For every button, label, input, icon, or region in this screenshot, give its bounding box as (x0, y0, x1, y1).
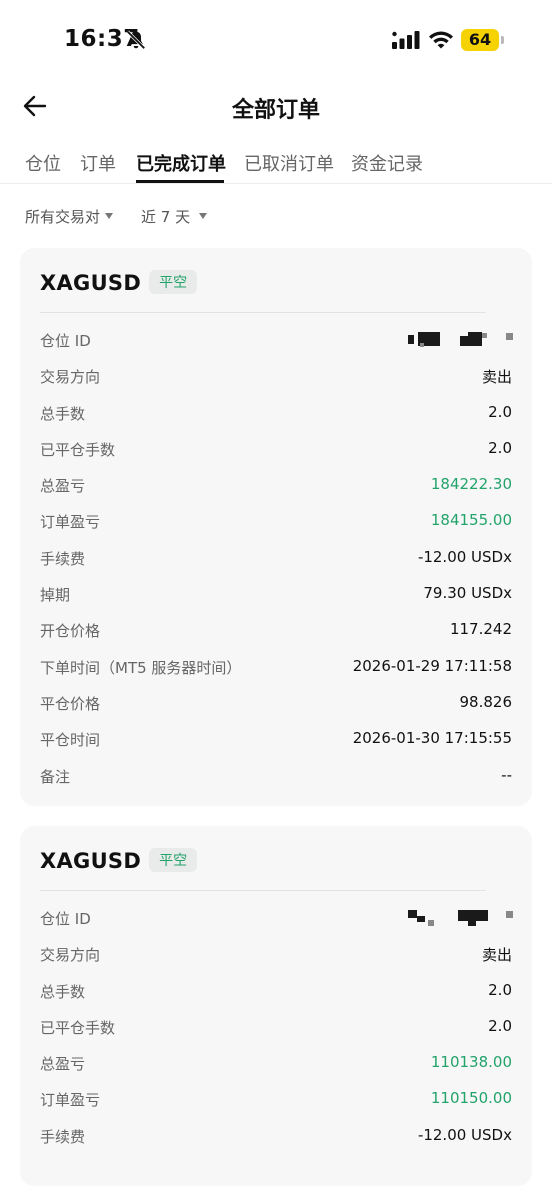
tab-positions[interactable]: 仓位 (25, 150, 61, 176)
row-value-profit: 184155.00 (430, 511, 512, 530)
row-label: 仓位 ID (40, 910, 91, 928)
row-value: 2026-01-30 17:15:55 (352, 729, 512, 748)
detail-row-direction: 交易方向 卖出 (40, 364, 512, 400)
order-card-header: XAGUSD 平空 (40, 270, 198, 300)
active-tab-indicator (136, 180, 224, 183)
caret-down-icon (199, 213, 208, 219)
row-value: -12.00 USDx (417, 1125, 512, 1144)
row-label: 订单盈亏 (40, 1091, 101, 1110)
order-card[interactable]: XAGUSD 平空 仓位 ID 交易方向 卖出 总手数 2.0 已平仓手数 2.… (20, 248, 532, 806)
row-value: 卖出 (481, 946, 512, 965)
period-filter-label: 近 7 天 (141, 208, 191, 226)
row-label: 平仓时间 (40, 731, 101, 750)
detail-row-swap: 掉期 79.30 USDx (40, 582, 512, 618)
header: 全部订单 (0, 80, 552, 136)
row-label: 总盈亏 (40, 1055, 86, 1074)
detail-row-total-lots: 总手数 2.0 (40, 401, 512, 437)
order-type-badge: 平空 (149, 848, 198, 872)
detail-row-order-pnl: 订单盈亏 110150.00 (40, 1087, 512, 1123)
card-divider (40, 890, 486, 891)
row-label: 交易方向 (40, 368, 101, 387)
tab-cancelled-orders[interactable]: 已取消订单 (244, 150, 334, 176)
wifi-icon (429, 31, 453, 49)
detail-row-order-time: 下单时间（MT5 服务器时间） 2026-01-29 17:11:58 (40, 655, 512, 691)
row-value: 98.826 (459, 692, 513, 711)
detail-row-total-lots: 总手数 2.0 (40, 979, 512, 1015)
battery-icon: 64 (461, 29, 499, 51)
signal-icon (392, 31, 420, 49)
row-label: 已平仓手数 (40, 440, 116, 459)
row-value: 79.30 USDx (423, 584, 512, 603)
order-card-header: XAGUSD 平空 (40, 848, 198, 878)
row-label: 总盈亏 (40, 477, 86, 496)
tab-bar: 仓位 订单 已完成订单 已取消订单 资金记录 (0, 140, 552, 184)
tab-orders[interactable]: 订单 (80, 150, 116, 176)
detail-row-position-id: 仓位 ID (40, 906, 513, 942)
row-value: 2.0 (488, 980, 512, 999)
row-label: 仓位 ID (40, 332, 91, 350)
period-filter-dropdown[interactable]: 近 7 天 (141, 206, 208, 227)
detail-row-total-pnl: 总盈亏 110138.00 (40, 1051, 512, 1087)
order-type-badge: 平空 (149, 270, 198, 294)
detail-row-order-pnl: 订单盈亏 184155.00 (40, 509, 512, 545)
detail-row-open-price: 开仓价格 117.242 (40, 618, 512, 654)
row-label: 手续费 (40, 1127, 86, 1146)
row-label: 平仓价格 (40, 694, 101, 713)
battery-cap (501, 36, 504, 44)
detail-row-remark: 备注 -- (40, 764, 512, 800)
row-label: 订单盈亏 (40, 513, 101, 532)
order-symbol: XAGUSD (40, 849, 142, 873)
page-title: 全部订单 (231, 98, 320, 123)
pair-filter-dropdown[interactable]: 所有交易对 (25, 206, 114, 227)
detail-row-close-price: 平仓价格 98.826 (40, 691, 512, 727)
detail-row-closed-lots: 已平仓手数 2.0 (40, 437, 512, 473)
status-bar: 16:37 64 (0, 0, 552, 80)
row-value: 117.242 (449, 620, 512, 639)
row-value-profit: 110138.00 (430, 1053, 512, 1072)
row-value: 2.0 (488, 1016, 512, 1035)
detail-row-closed-lots: 已平仓手数 2.0 (40, 1015, 512, 1051)
order-card[interactable]: XAGUSD 平空 仓位 ID 交易方向 卖出 总手数 2.0 已平仓手数 2.0 (20, 826, 532, 1186)
detail-row-fee: 手续费 -12.00 USDx (40, 1124, 512, 1160)
row-label: 备注 (40, 767, 71, 786)
row-label: 总手数 (40, 982, 86, 1001)
bell-muted-icon (126, 30, 146, 50)
pair-filter-label: 所有交易对 (25, 208, 101, 226)
row-value: -12.00 USDx (417, 547, 512, 566)
detail-row-direction: 交易方向 卖出 (40, 942, 512, 978)
detail-row-fee: 手续费 -12.00 USDx (40, 546, 512, 582)
detail-row-close-time: 平仓时间 2026-01-30 17:15:55 (40, 727, 512, 763)
redacted-position-id (408, 330, 513, 348)
row-label: 手续费 (40, 549, 86, 568)
detail-row-total-pnl: 总盈亏 184222.30 (40, 473, 512, 509)
row-label: 下单时间（MT5 服务器时间） (40, 658, 242, 677)
row-value: 卖出 (481, 368, 512, 387)
redacted-position-id (408, 908, 513, 926)
row-value: 2.0 (488, 402, 512, 421)
row-label: 已平仓手数 (40, 1018, 116, 1037)
order-symbol: XAGUSD (40, 271, 142, 295)
row-value: -- (501, 765, 512, 784)
order-details: 仓位 ID 交易方向 卖出 总手数 2.0 已平仓手数 2.0 总盈亏 1842… (40, 328, 513, 800)
detail-row-position-id: 仓位 ID (40, 328, 513, 364)
row-label: 开仓价格 (40, 622, 101, 641)
row-value-profit: 184222.30 (430, 475, 512, 494)
order-details: 仓位 ID 交易方向 卖出 总手数 2.0 已平仓手数 2.0 总盈亏 1101… (40, 906, 513, 1160)
tab-fund-records[interactable]: 资金记录 (351, 150, 423, 176)
filter-bar: 所有交易对 近 7 天 (0, 200, 552, 230)
row-value: 2026-01-29 17:11:58 (352, 656, 512, 675)
card-divider (40, 312, 486, 313)
row-label: 总手数 (40, 404, 86, 423)
caret-down-icon (105, 213, 114, 219)
tab-completed-orders[interactable]: 已完成订单 (136, 150, 226, 176)
row-label: 掉期 (40, 586, 71, 605)
row-value-profit: 110150.00 (430, 1089, 512, 1108)
row-value: 2.0 (488, 438, 512, 457)
row-label: 交易方向 (40, 946, 101, 965)
